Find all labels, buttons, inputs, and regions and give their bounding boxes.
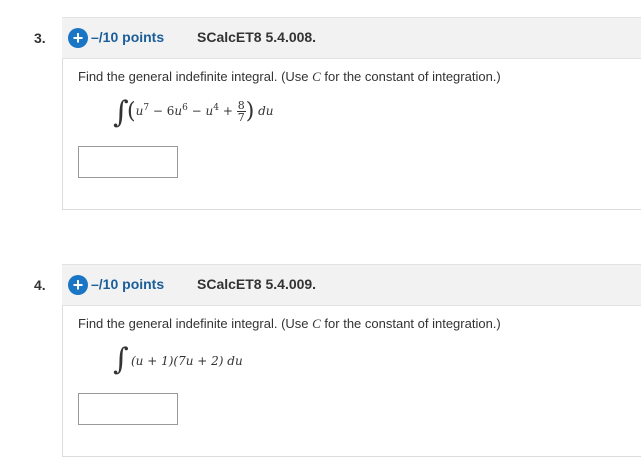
constant-variable: C	[312, 316, 321, 331]
question-number: 3.	[34, 30, 46, 46]
term-u4: u4	[205, 103, 220, 118]
close-paren: )	[245, 99, 255, 124]
answer-input[interactable]	[78, 393, 178, 425]
term-u7: u7	[135, 103, 150, 118]
prompt-text-end: for the constant of integration.)	[320, 69, 501, 84]
points-link[interactable]: –/10 points	[91, 276, 164, 292]
question-body: Find the general indefinite integral. (U…	[62, 306, 641, 457]
integrand: (u7 − 6u6 − u4 + 8 7) du	[127, 99, 274, 124]
points-link[interactable]: –/10 points	[91, 29, 164, 45]
question-body: Find the general indefinite integral. (U…	[62, 59, 641, 210]
question-number: 4.	[34, 277, 46, 293]
differential: du	[258, 104, 274, 118]
question-header: + –/10 points SCalcET8 5.4.009.	[62, 264, 641, 306]
question-code: SCalcET8 5.4.008.	[197, 29, 317, 45]
integral-sign: ∫	[113, 342, 129, 377]
integrand: (u + 1)(7u + 2) du	[131, 354, 243, 368]
open-paren: (	[127, 99, 136, 124]
question-header: + –/10 points SCalcET8 5.4.008.	[62, 17, 641, 59]
constant-variable: C	[312, 69, 321, 84]
fraction-8-7: 87	[236, 99, 246, 124]
question-prompt: Find the general indefinite integral. (U…	[78, 69, 501, 85]
plus-circle-icon[interactable]: +	[68, 275, 88, 295]
plus-circle-icon[interactable]: +	[68, 28, 88, 48]
term-u6: u6	[174, 103, 188, 118]
prompt-text-start: Find the general indefinite integral. (U…	[78, 69, 313, 84]
question-code: SCalcET8 5.4.009.	[197, 276, 317, 292]
prompt-text-start: Find the general indefinite integral. (U…	[78, 316, 313, 331]
answer-input[interactable]	[78, 146, 178, 178]
prompt-text-end: for the constant of integration.)	[320, 316, 501, 331]
question-prompt: Find the general indefinite integral. (U…	[78, 316, 501, 332]
